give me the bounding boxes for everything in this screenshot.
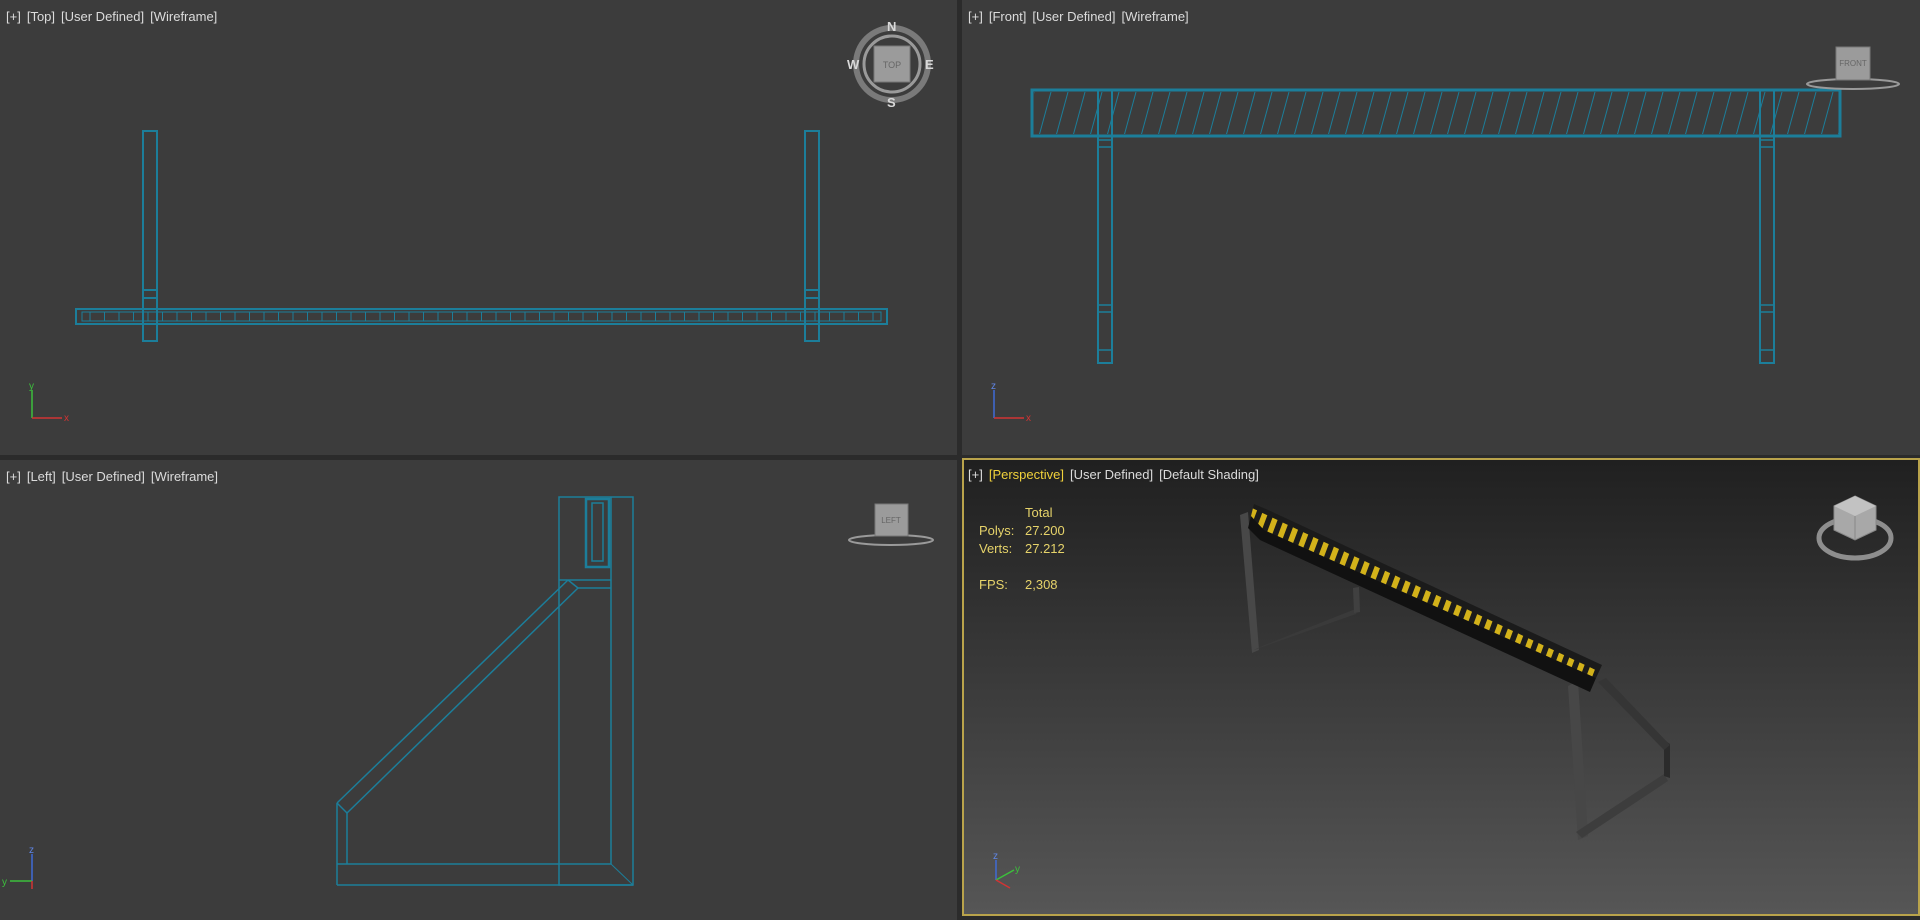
view-cube[interactable]: LEFT	[0, 460, 957, 920]
viewport-left[interactable]: [+] [Left] [User Defined] [Wireframe] LE…	[0, 460, 957, 920]
viewport-perspective[interactable]: [+] [Perspective] [User Defined] [Default S…	[962, 458, 1920, 916]
view-cube-face-label: LEFT	[881, 516, 901, 525]
axis-tripod-icon: y x	[29, 381, 69, 424]
axis-tripod-icon: z y	[2, 845, 34, 889]
svg-text:y: y	[1015, 864, 1020, 875]
svg-text:z: z	[29, 845, 34, 856]
view-cube[interactable]	[964, 460, 1920, 916]
compass-north: N	[887, 19, 896, 34]
compass-south: S	[887, 95, 896, 110]
view-cube-face-label: TOP	[883, 60, 901, 70]
compass-west: W	[847, 57, 860, 72]
axis-tripod-icon: z x	[991, 381, 1031, 424]
svg-text:x: x	[1026, 413, 1031, 424]
compass-east: E	[925, 57, 934, 72]
svg-text:z: z	[993, 851, 998, 862]
view-cube-face-label: FRONT	[1839, 59, 1867, 68]
svg-text:y: y	[29, 381, 34, 392]
svg-text:x: x	[64, 413, 69, 424]
svg-text:y: y	[2, 877, 7, 888]
view-cube[interactable]: FRONT	[962, 0, 1920, 455]
svg-text:z: z	[991, 381, 996, 392]
view-cube-compass[interactable]: N S E W TOP	[0, 0, 957, 455]
viewport-front[interactable]: [+] [Front] [User Defined] [Wireframe] F…	[962, 0, 1920, 455]
axis-tripod-icon: z y	[993, 851, 1020, 889]
viewport-top[interactable]: [+] [Top] [User Defined] [Wireframe] N S E …	[0, 0, 957, 455]
